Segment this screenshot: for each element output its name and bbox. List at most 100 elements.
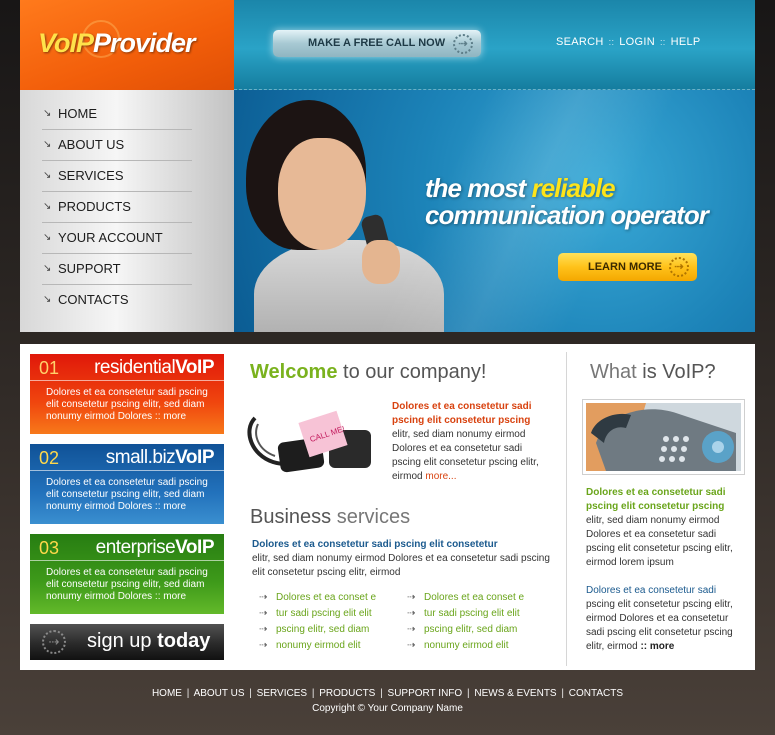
- login-link[interactable]: LOGIN: [619, 36, 655, 48]
- welcome-body: elitr, sed diam nonumy eirmod Dolores et…: [392, 428, 542, 484]
- business-link[interactable]: ⇢ pscing elitr, sed diam: [407, 622, 524, 638]
- nav-item-label: PRODUCTS: [58, 199, 131, 214]
- logo[interactable]: VoIPProvider: [38, 28, 196, 59]
- business-body: elitr, sed diam nonumy eirmod Dolores et…: [252, 553, 550, 578]
- business-link-label: pscing elitr, sed diam: [424, 624, 518, 635]
- promo-title-bold: VoIP: [175, 447, 214, 468]
- learn-more-button[interactable]: LEARN MORE ⇢: [558, 253, 697, 281]
- learn-more-label: LEARN MORE: [588, 261, 662, 273]
- business-link[interactable]: ⇢ tur sadi pscing elit elit: [259, 606, 376, 622]
- nav-item-label: SUPPORT: [58, 261, 121, 276]
- footer-separator: |: [466, 688, 470, 699]
- voip-body-1: elitr, sed diam nonumy eirmod Dolores et…: [586, 515, 733, 568]
- nav-item-about-us[interactable]: ↘ ABOUT US: [42, 130, 192, 161]
- desk-phone-key: [659, 456, 665, 462]
- arrow-bullet-icon: ⇢: [407, 592, 416, 603]
- business-link[interactable]: ⇢ Dolores et ea conset e: [259, 590, 376, 606]
- footer-separator: |: [311, 688, 315, 699]
- promo-title-light: small.biz: [105, 447, 176, 468]
- promo-title-light: residential: [94, 357, 176, 378]
- arrow-bullet-icon: ↘: [43, 139, 52, 150]
- promo-text: Dolores et ea consetetur sadi pscing eli…: [46, 567, 208, 602]
- footer-link-products[interactable]: PRODUCTS: [319, 688, 375, 699]
- promo-small-biz-voip[interactable]: 02 small.bizVoIP Dolores et ea consetetu…: [30, 444, 224, 524]
- arrow-bullet-icon: ↘: [43, 232, 52, 243]
- nav-item-contacts[interactable]: ↘ CONTACTS: [42, 285, 192, 316]
- business-lead: Dolores et ea consetetur sadi pscing eli…: [252, 539, 498, 550]
- hero-headline-line2: communication operator: [425, 200, 709, 230]
- desk-phone-icon: [586, 403, 741, 471]
- business-links-right: ⇢ Dolores et ea conset e ⇢ tur sadi pscing…: [407, 590, 524, 654]
- free-call-button[interactable]: MAKE A FREE CALL NOW ⇢: [273, 30, 481, 57]
- promo-header: 03 enterpriseVoIP: [30, 534, 224, 561]
- business-link[interactable]: ⇢ pscing elitr, sed diam: [259, 622, 376, 638]
- nav-item-services[interactable]: ↘ SERVICES: [42, 161, 192, 192]
- arrow-bullet-icon: ↘: [43, 201, 52, 212]
- what-is-voip-heading: What is VoIP?: [590, 361, 716, 384]
- arrow-bullet-icon: ↘: [43, 170, 52, 181]
- desk-phone-key: [671, 446, 677, 452]
- arrow-bullet-icon: ⇢: [407, 608, 416, 619]
- nav-item-label: HOME: [58, 106, 97, 121]
- sign-up-button[interactable]: ⇢ sign up today: [30, 624, 224, 660]
- voip-heading-light: is VoIP?: [636, 361, 716, 383]
- desk-phone-nav-center: [712, 441, 724, 453]
- promo-number: 03: [39, 538, 60, 558]
- promo-title: small.bizVoIP: [105, 447, 215, 469]
- voip-subhead: Dolores et ea consetetur sadi: [586, 585, 717, 596]
- promo-number: 01: [39, 358, 60, 378]
- help-link[interactable]: HELP: [671, 36, 701, 48]
- arrow-bullet-icon: ⇢: [259, 640, 268, 651]
- arrow-right-icon: ⇢: [42, 630, 66, 654]
- search-link[interactable]: SEARCH: [556, 36, 604, 48]
- welcome-more-link[interactable]: more...: [425, 471, 456, 482]
- welcome-heading-rest: to our company!: [337, 361, 487, 383]
- welcome-body-text: elitr, sed diam nonumy eirmod Dolores et…: [392, 429, 539, 482]
- promo-header: 02 small.bizVoIP: [30, 444, 224, 471]
- footer-link-about-us[interactable]: ABOUT US: [194, 688, 245, 699]
- voip-lead: Dolores et ea consetetur sadi pscing eli…: [586, 487, 726, 512]
- logo-part-voip: VoIP: [38, 28, 94, 58]
- column-divider: [566, 352, 567, 666]
- business-link-label: nonumy eirmod elit: [276, 640, 361, 651]
- business-link-label: Dolores et ea conset e: [424, 592, 525, 603]
- arrow-bullet-icon: ↘: [43, 108, 52, 119]
- arrow-right-icon: ⇢: [453, 34, 473, 54]
- footer-separator: |: [249, 688, 252, 699]
- footer-separator: |: [186, 688, 190, 699]
- promo-residential-voip[interactable]: 01 residentialVoIP Dolores et ea consete…: [30, 354, 224, 434]
- footer-link-support-info[interactable]: SUPPORT INFO: [388, 688, 463, 699]
- footer-separator: |: [561, 688, 564, 699]
- business-link[interactable]: ⇢ nonumy eirmod elit: [407, 638, 524, 654]
- business-link[interactable]: ⇢ tur sadi pscing elit elit: [407, 606, 524, 622]
- footer-link-services[interactable]: SERVICES: [257, 688, 307, 699]
- business-link[interactable]: ⇢ nonumy eirmod elit: [259, 638, 376, 654]
- promo-enterprise-voip[interactable]: 03 enterpriseVoIP Dolores et ea consetet…: [30, 534, 224, 614]
- footer-link-contacts[interactable]: CONTACTS: [569, 688, 623, 699]
- voip-heading-dark: What: [590, 361, 637, 383]
- promo-title: enterpriseVoIP: [96, 537, 215, 559]
- sign-up-bold: today: [157, 630, 211, 652]
- desk-phone-key: [683, 436, 689, 442]
- nav-item-your-account[interactable]: ↘ YOUR ACCOUNT: [42, 223, 192, 254]
- promo-title: residentialVoIP: [94, 357, 214, 379]
- business-link[interactable]: ⇢ Dolores et ea conset e: [407, 590, 524, 606]
- voip-body-2: pscing elit consetetur pscing elitr, eir…: [586, 598, 746, 654]
- logo-part-provider: Provider: [93, 28, 196, 58]
- promo-number: 02: [39, 448, 60, 468]
- promo-text: Dolores et ea consetetur sadi pscing eli…: [46, 477, 208, 512]
- nav-item-home[interactable]: ↘ HOME: [42, 99, 192, 130]
- telephone-with-note-image: CALL ME!: [247, 410, 371, 473]
- business-link-label: pscing elitr, sed diam: [276, 624, 370, 635]
- footer-link-news-events[interactable]: NEWS & EVENTS: [474, 688, 556, 699]
- footer-link-home[interactable]: HOME: [152, 688, 182, 699]
- nav-item-products[interactable]: ↘ PRODUCTS: [42, 192, 192, 223]
- promo-header: 01 residentialVoIP: [30, 354, 224, 381]
- desk-phone-key: [681, 446, 687, 452]
- nav-item-support[interactable]: ↘ SUPPORT: [42, 254, 192, 285]
- voip-more-link[interactable]: :: more: [640, 641, 674, 652]
- top-link-separator: ::: [660, 37, 666, 47]
- business-heading-light: services: [331, 506, 411, 528]
- arrow-right-icon: ⇢: [669, 257, 689, 277]
- arrow-bullet-icon: ↘: [43, 263, 52, 274]
